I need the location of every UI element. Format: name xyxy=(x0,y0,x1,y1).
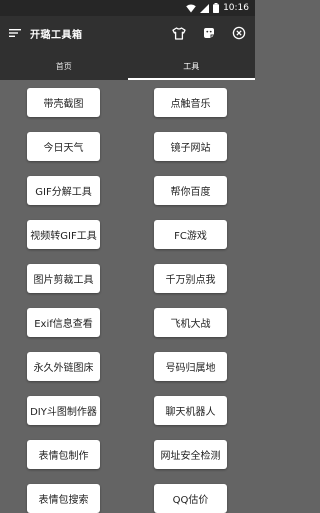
tshirt-icon xyxy=(172,26,186,40)
tool-button[interactable]: DIY斗图制作器 xyxy=(27,396,100,425)
tab-bar: 首页 工具 xyxy=(0,52,255,80)
tool-button[interactable]: 飞机大战 xyxy=(154,308,227,337)
tool-button[interactable]: Exif信息查看 xyxy=(27,308,100,337)
theme-button[interactable] xyxy=(171,25,187,41)
tool-button[interactable]: 镜子网站 xyxy=(154,132,227,161)
tool-button[interactable]: QQ估价 xyxy=(154,484,227,513)
exit-button[interactable] xyxy=(231,25,247,41)
tool-button[interactable]: 千万别点我 xyxy=(154,264,227,293)
status-bar: 10:16 xyxy=(0,0,255,16)
tool-button[interactable]: GIF分解工具 xyxy=(27,176,100,205)
tool-button[interactable]: 聊天机器人 xyxy=(154,396,227,425)
tool-button[interactable]: 号码归属地 xyxy=(154,352,227,381)
wifi-icon xyxy=(186,4,196,12)
tool-button[interactable]: 表情包制作 xyxy=(27,440,100,469)
battery-icon xyxy=(213,3,220,13)
tool-button[interactable]: 永久外链图床 xyxy=(27,352,100,381)
tool-button[interactable]: 网址安全检测 xyxy=(154,440,227,469)
tool-button[interactable]: 视频转GIF工具 xyxy=(27,220,100,249)
tool-button[interactable]: 表情包搜索 xyxy=(27,484,100,513)
tool-button[interactable]: 图片剪裁工具 xyxy=(27,264,100,293)
tool-button[interactable]: 点触音乐 xyxy=(154,88,227,117)
close-circle-icon xyxy=(232,26,246,40)
tool-button[interactable]: 帮你百度 xyxy=(154,176,227,205)
tab-tools[interactable]: 工具 xyxy=(127,52,256,80)
sticker-icon xyxy=(204,28,214,38)
tool-button[interactable]: FC游戏 xyxy=(154,220,227,249)
tab-home[interactable]: 首页 xyxy=(0,52,128,80)
signal-icon xyxy=(200,3,210,13)
status-time: 10:16 xyxy=(223,3,249,13)
menu-icon[interactable] xyxy=(8,26,22,40)
tool-button[interactable]: 带壳截图 xyxy=(27,88,100,117)
tool-button[interactable]: 今日天气 xyxy=(27,132,100,161)
app-toolbar: 开璐工具箱 xyxy=(0,16,255,52)
app-title: 开璐工具箱 xyxy=(30,30,83,41)
sticker-button[interactable] xyxy=(201,25,217,41)
tool-grid: 带壳截图 今日天气 GIF分解工具 视频转GIF工具 图片剪裁工具 Exif信息… xyxy=(0,80,255,513)
